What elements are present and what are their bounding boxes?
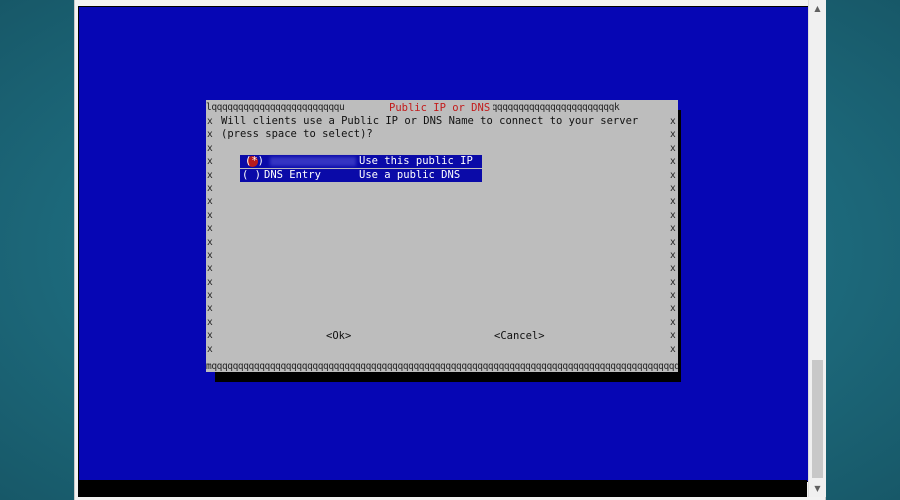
dialog-border-left: xxxxxxxxxxxxxxxxxx — [207, 116, 213, 355]
option-public-ip[interactable]: (*) Use this public IP — [240, 155, 482, 168]
prompt-hint: (press space to select)? — [221, 128, 373, 140]
option-description: Use this public IP — [359, 155, 473, 167]
dialog-border-bottom: mqqqqqqqqqqqqqqqqqqqqqqqqqqqqqqqqqqqqqqq… — [206, 361, 678, 372]
ok-button[interactable]: <Ok> — [326, 330, 351, 343]
radio-unselected-icon[interactable]: ( ) — [242, 169, 261, 182]
option-dns-entry[interactable]: ( ) DNS Entry Use a public DNS — [240, 169, 482, 182]
prompt-text: Will clients use a Public IP or DNS Name… — [221, 115, 639, 127]
dialog-title: Public IP or DNS — [386, 102, 494, 116]
radio-selected-icon[interactable]: (*) — [242, 155, 264, 168]
scroll-down-icon[interactable]: ▼ — [809, 480, 826, 497]
scroll-thumb[interactable] — [812, 360, 823, 478]
public-ip-dns-dialog: lqqqqqqqqqqqqqqqqqqqqqqqqu tqqqqqqqqqqqqq… — [206, 100, 678, 372]
cancel-button[interactable]: <Cancel> — [494, 330, 545, 343]
dialog-border-right: xxxxxxxxxxxxxxxxxx — [670, 116, 676, 355]
redacted-ip-address — [270, 157, 356, 166]
vertical-scrollbar[interactable]: ▲ ▼ — [808, 0, 826, 497]
terminal-bottom-bar — [78, 480, 807, 497]
scroll-up-icon[interactable]: ▲ — [809, 0, 826, 17]
option-name: DNS Entry — [264, 169, 321, 181]
option-description: Use a public DNS — [359, 169, 461, 181]
